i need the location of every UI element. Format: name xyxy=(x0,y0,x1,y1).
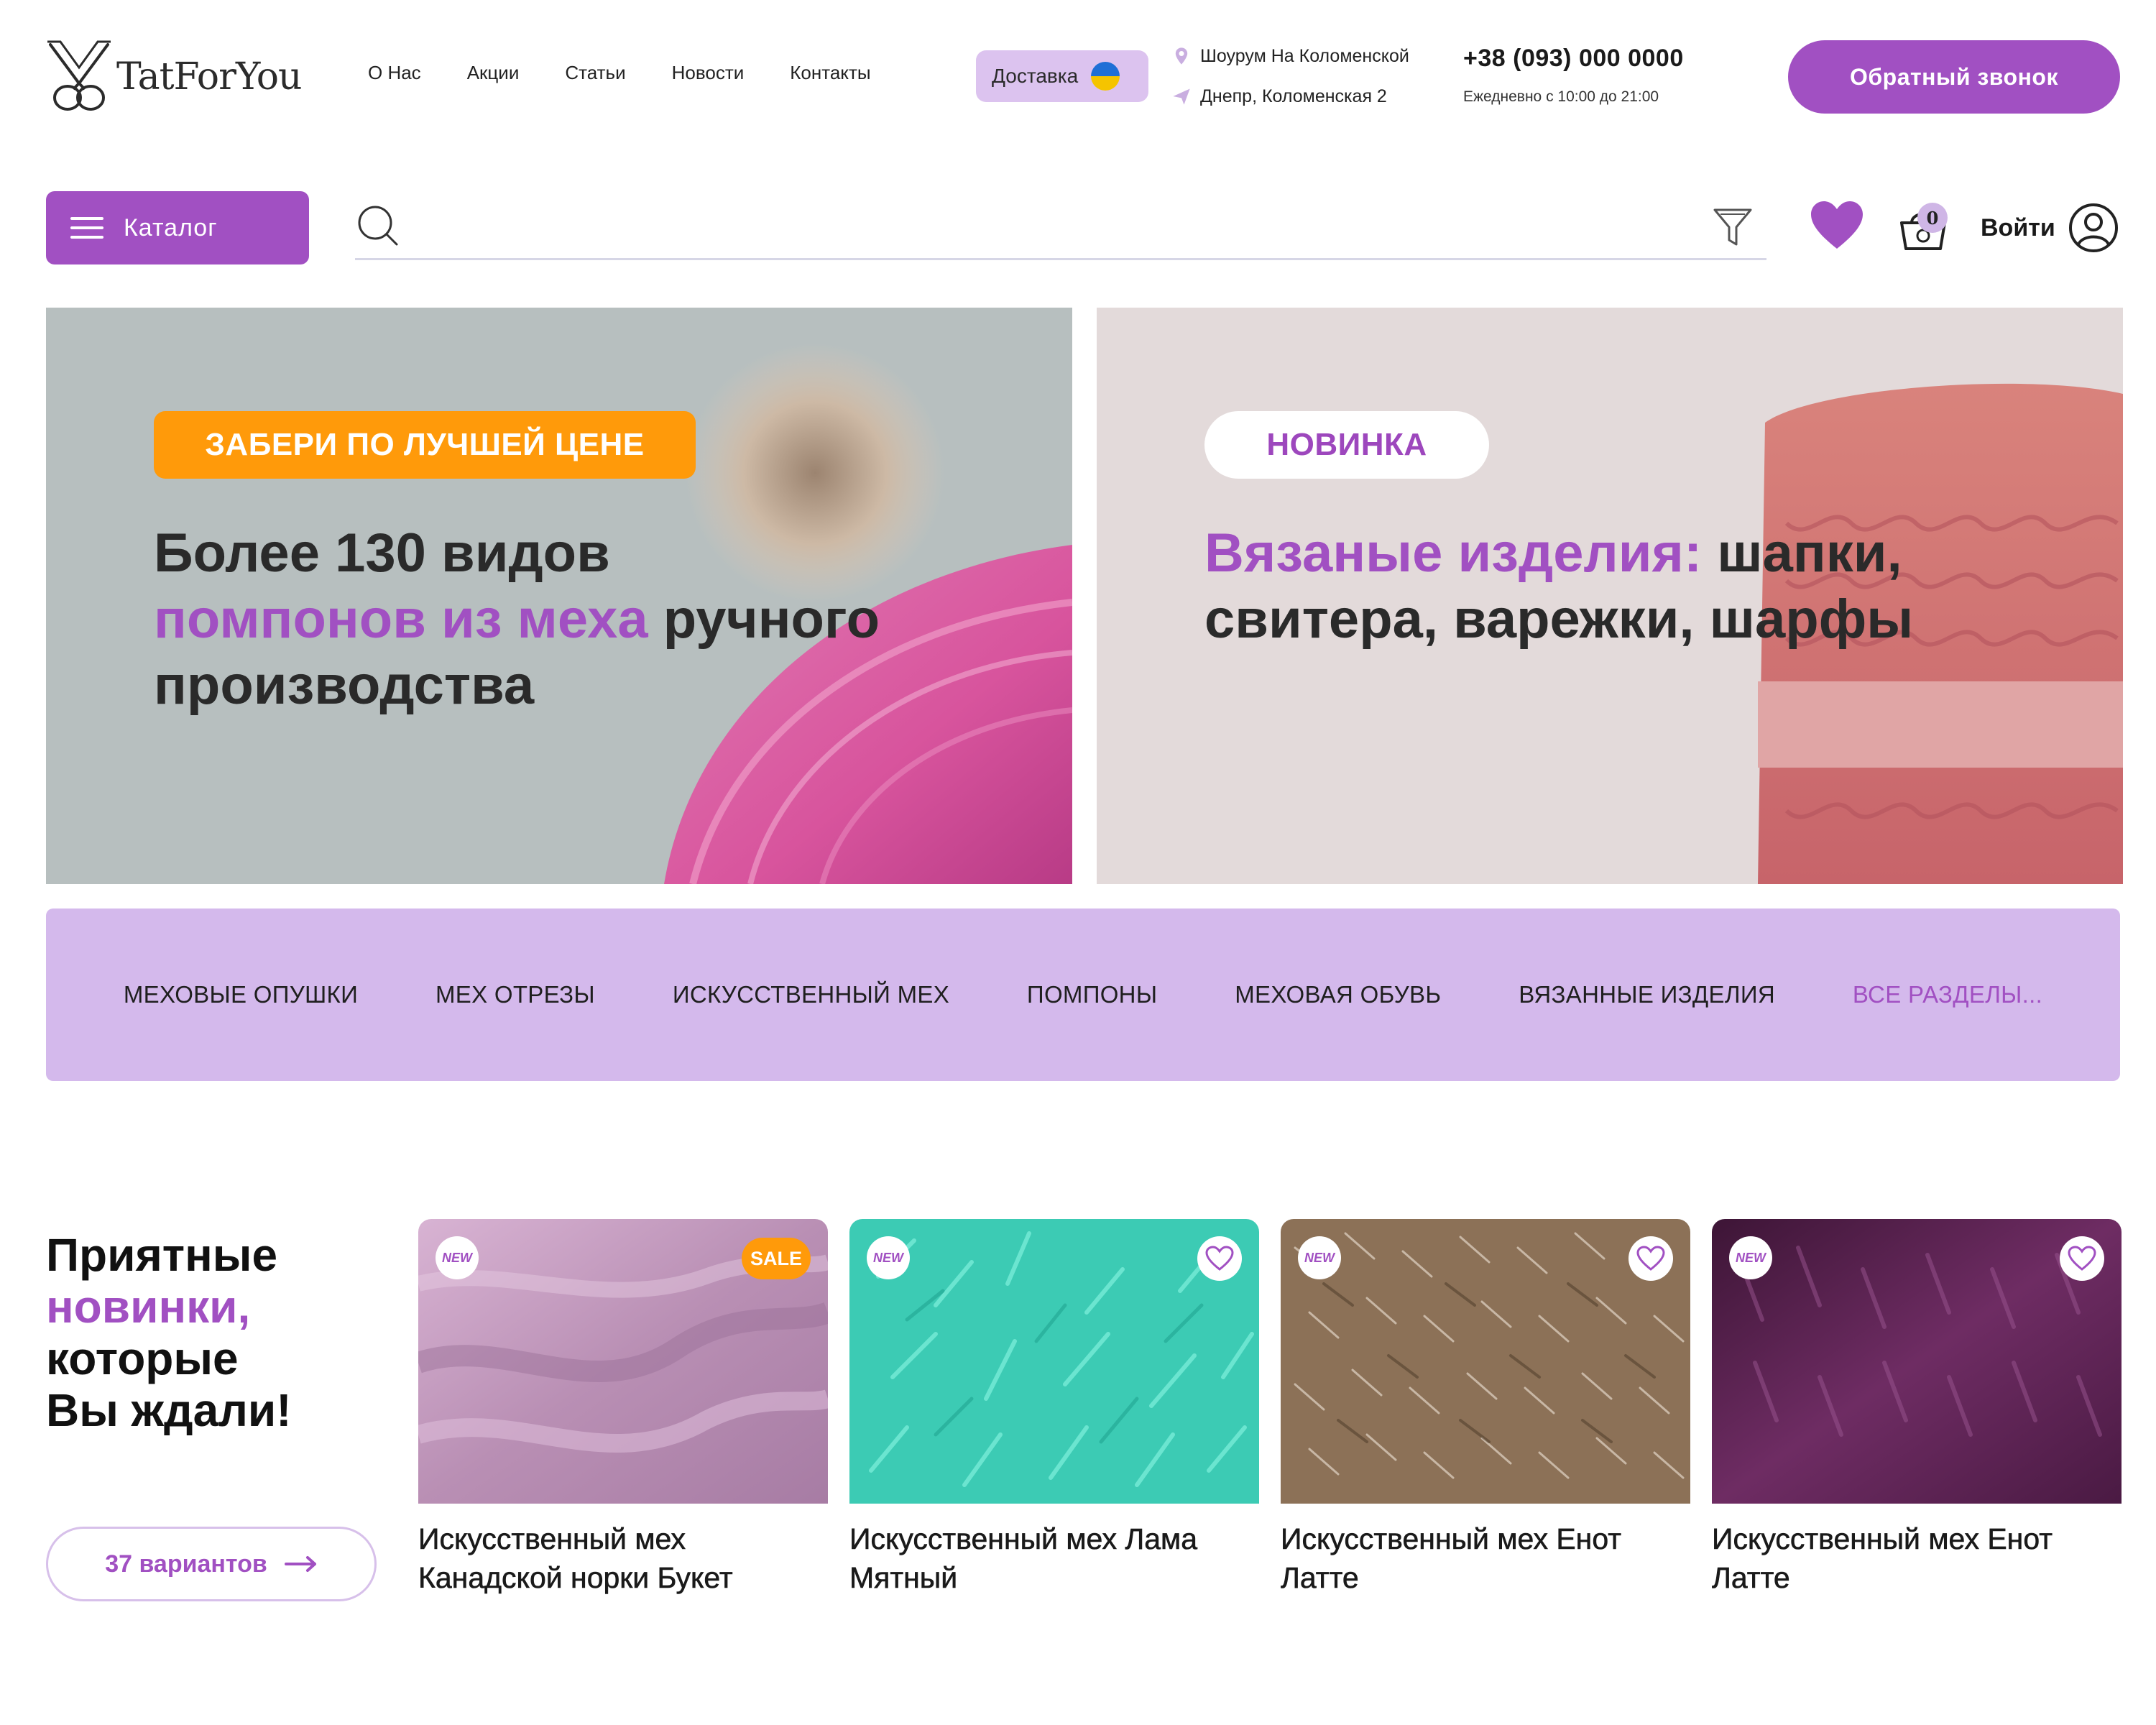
new-product-badge: NEW xyxy=(436,1236,479,1279)
banner-headline: Более 130 видов помпонов из меха ручного… xyxy=(154,523,880,716)
new-items-heading: Приятные новинки, которые Вы ждали! xyxy=(46,1229,292,1436)
sale-badge: SALE xyxy=(742,1238,811,1279)
promo-banner-pompons[interactable]: ЗАБЕРИ ПО ЛУЧШЕЙ ЦЕНЕ Более 130 видов по… xyxy=(46,308,1072,884)
product-image[interactable]: NEW xyxy=(1712,1219,2122,1504)
new-product-badge: NEW xyxy=(1298,1236,1341,1279)
phone-block: +38 (093) 000 0000 Ежедневно с 10:00 до … xyxy=(1463,45,1684,106)
product-title[interactable]: Искусственный мех Енот Латте xyxy=(1712,1519,2122,1597)
search-icon[interactable] xyxy=(355,203,402,250)
nav-about[interactable]: О Нас xyxy=(368,62,421,84)
filter-icon[interactable] xyxy=(1709,203,1756,250)
address-block: Шоурум На Коломенской Днепр, Коломенская… xyxy=(1171,43,1409,109)
category-faux-fur[interactable]: ИСКУССТВЕННЫЙ МЕХ xyxy=(673,981,949,1008)
product-title[interactable]: Искусственный мех Канадской норки Букет xyxy=(418,1519,828,1597)
login-button[interactable]: Войти xyxy=(1981,203,2119,253)
delivery-label: Доставка xyxy=(992,65,1079,87)
category-strip: МЕХОВЫЕ ОПУШКИ МЕХ ОТРЕЗЫ ИСКУССТВЕННЫЙ … xyxy=(46,908,2120,1081)
best-price-badge: ЗАБЕРИ ПО ЛУЧШЕЙ ЦЕНЕ xyxy=(154,411,696,479)
menu-icon xyxy=(70,217,103,239)
category-knitwear[interactable]: ВЯЗАННЫЕ ИЗДЕЛИЯ xyxy=(1519,981,1775,1008)
add-to-favorites-button[interactable] xyxy=(2060,1236,2104,1281)
catalog-button[interactable]: Каталог xyxy=(46,191,309,264)
nav-news[interactable]: Новости xyxy=(672,62,745,84)
cart-count-badge: 0 xyxy=(1917,203,1948,233)
callback-button[interactable]: Обратный звонок xyxy=(1788,40,2120,114)
catalog-label: Каталог xyxy=(124,213,218,242)
promo-banner-knitwear[interactable]: НОВИНКА Вязаные изделия: шапки, свитера,… xyxy=(1097,308,2123,884)
login-label: Войти xyxy=(1981,213,2055,242)
heart-outline-icon xyxy=(2068,1246,2096,1271)
send-arrow-icon xyxy=(1173,88,1190,105)
arrow-right-icon xyxy=(284,1556,316,1572)
product-card[interactable]: NEW Искусственный мех Лама Мятный xyxy=(849,1219,1259,1597)
category-fur-shoes[interactable]: МЕХОВАЯ ОБУВЬ xyxy=(1235,981,1441,1008)
nav-promotions[interactable]: Акции xyxy=(467,62,520,84)
category-all-sections[interactable]: ВСЕ РАЗДЕЛЫ... xyxy=(1853,981,2042,1008)
scissors-logo-icon xyxy=(47,40,111,111)
new-badge: НОВИНКА xyxy=(1204,411,1489,479)
showroom-label: Шоурум На Коломенской xyxy=(1200,45,1409,66)
product-image[interactable]: NEW SALE xyxy=(418,1219,828,1504)
product-title[interactable]: Искусственный мех Лама Мятный xyxy=(849,1519,1259,1597)
phone-number[interactable]: +38 (093) 000 0000 xyxy=(1463,45,1684,73)
street-label: Днепр, Коломенская 2 xyxy=(1200,86,1387,106)
category-pompons[interactable]: ПОМПОНЫ xyxy=(1027,981,1157,1008)
add-to-favorites-button[interactable] xyxy=(1628,1236,1673,1281)
logo[interactable]: TatForYou xyxy=(45,37,303,116)
variants-label: 37 вариантов xyxy=(105,1550,267,1578)
ukraine-flag-icon xyxy=(1091,62,1120,91)
product-image[interactable]: NEW xyxy=(1281,1219,1690,1504)
top-nav: О Нас Акции Статьи Новости Контакты xyxy=(368,62,871,84)
location-pin-icon xyxy=(1175,47,1188,65)
product-title[interactable]: Искусственный мех Енот Латте xyxy=(1281,1519,1690,1597)
favorites-heart-icon[interactable] xyxy=(1810,200,1864,252)
new-product-badge: NEW xyxy=(867,1236,910,1279)
product-image[interactable]: NEW xyxy=(849,1219,1259,1504)
category-fur-trims[interactable]: МЕХОВЫЕ ОПУШКИ xyxy=(124,981,358,1008)
search-input[interactable] xyxy=(420,201,1606,252)
add-to-favorites-button[interactable] xyxy=(1197,1236,1242,1281)
product-card[interactable]: NEW SALE Искусственный мех Канадской нор… xyxy=(418,1219,828,1597)
delivery-button[interactable]: Доставка xyxy=(976,50,1148,102)
product-card[interactable]: NEW Искусственный мех Енот Латте xyxy=(1281,1219,1690,1597)
logo-text: TatForYou xyxy=(116,55,303,98)
new-product-badge: NEW xyxy=(1729,1236,1772,1279)
heart-outline-icon xyxy=(1205,1246,1234,1271)
heart-outline-icon xyxy=(1636,1246,1665,1271)
variants-button[interactable]: 37 вариантов xyxy=(46,1527,377,1601)
nav-contacts[interactable]: Контакты xyxy=(790,62,870,84)
user-avatar-icon xyxy=(2068,203,2118,252)
category-fur-cuts[interactable]: МЕХ ОТРЕЗЫ xyxy=(436,981,595,1008)
nav-articles[interactable]: Статьи xyxy=(565,62,625,84)
working-hours: Ежедневно с 10:00 до 21:00 xyxy=(1463,88,1659,105)
banner-headline: Вязаные изделия: шапки, свитера, варежки… xyxy=(1204,523,1914,650)
product-card[interactable]: NEW Искусственный мех Енот Латте xyxy=(1712,1219,2122,1597)
search-bar xyxy=(355,194,1766,260)
